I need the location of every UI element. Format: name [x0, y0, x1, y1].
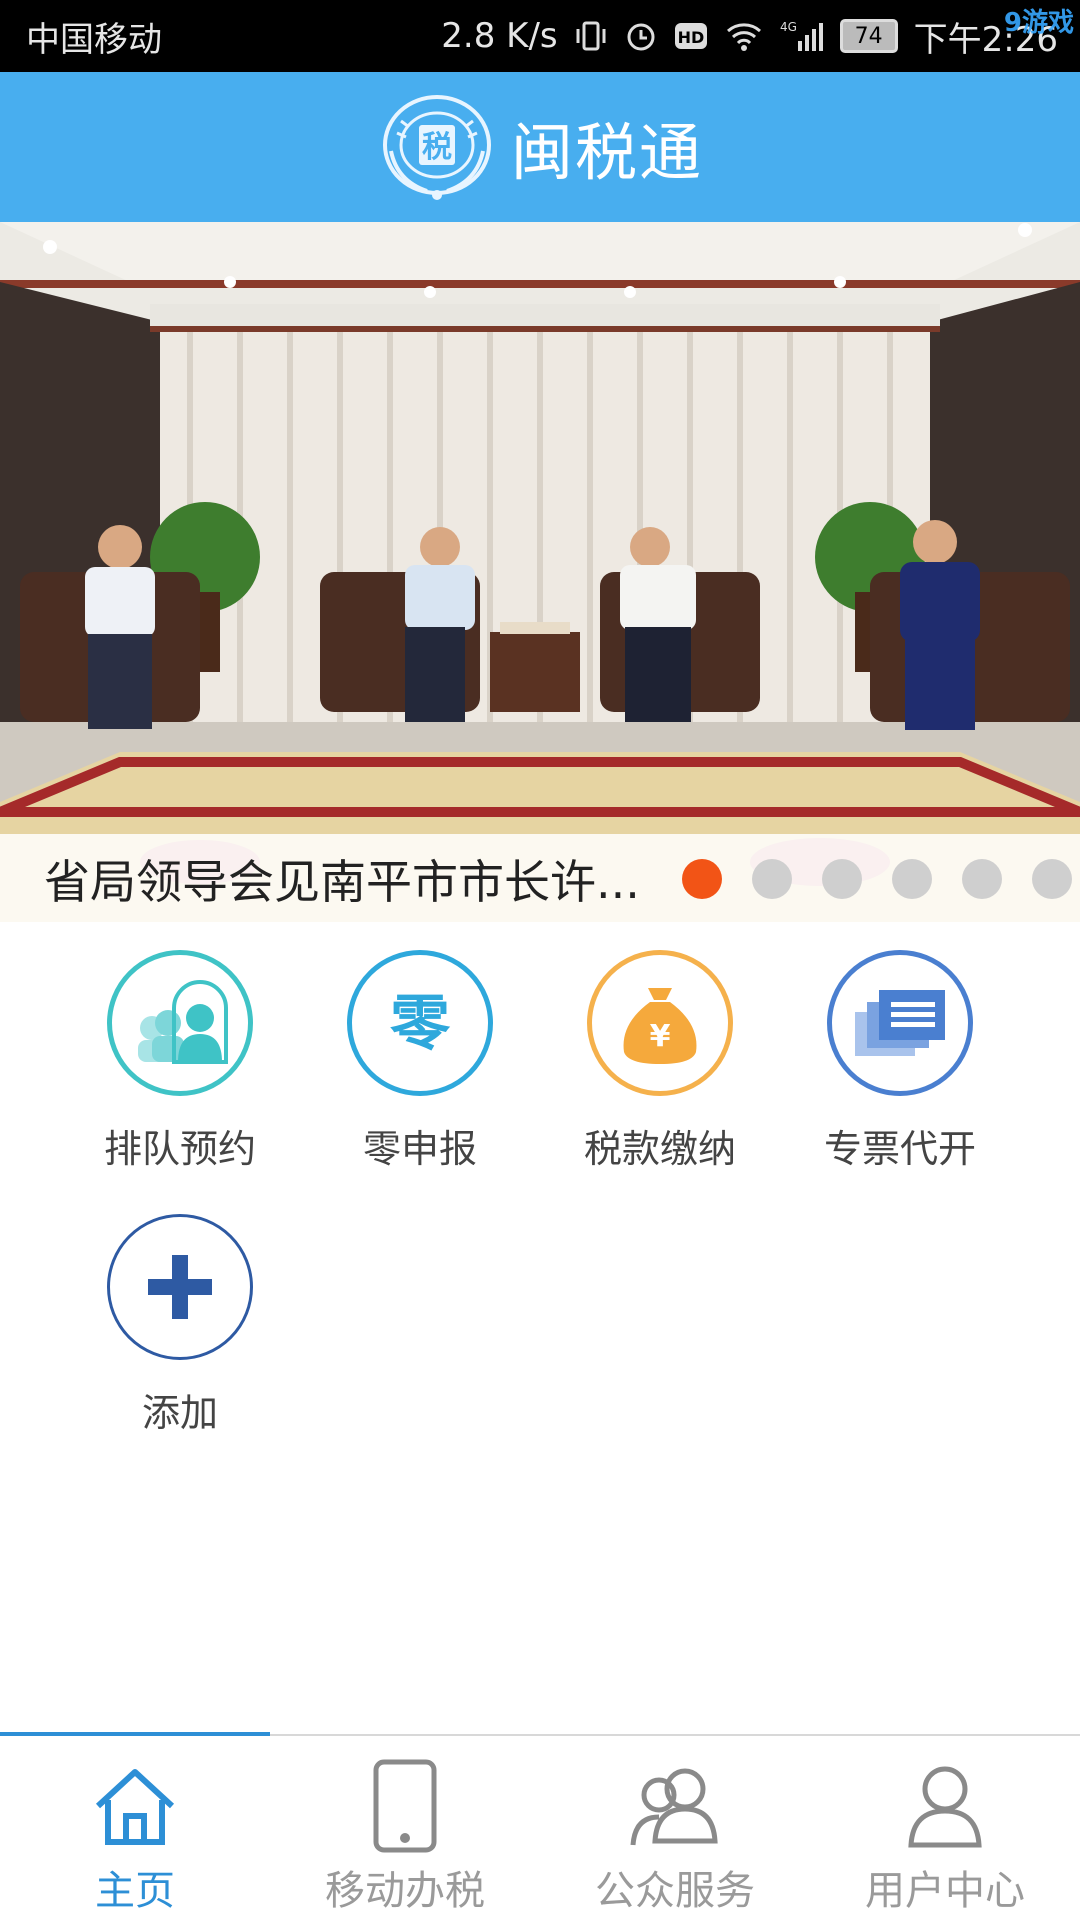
- network-speed: 2.8 K/s: [441, 16, 558, 56]
- nav-label: 移动办税: [325, 1868, 485, 1914]
- service-add[interactable]: 添加: [60, 1214, 300, 1437]
- vibrate-icon: [574, 19, 608, 53]
- service-special-invoice[interactable]: 专票代开: [780, 950, 1020, 1173]
- service-label: 税款缴纳: [583, 1127, 736, 1171]
- carousel-indicators: [682, 859, 1072, 899]
- service-label: 添加: [141, 1391, 218, 1435]
- signal-icon: 4G: [780, 19, 824, 53]
- bottom-nav: 主页 移动办税 公众服务 用户中心: [0, 1732, 1080, 1922]
- home-icon[interactable]: [90, 1756, 180, 1856]
- service-queue-reservation[interactable]: 排队预约: [60, 950, 300, 1173]
- carrier-label: 中国移动: [26, 19, 162, 60]
- wifi-icon: [724, 19, 764, 53]
- tax-emblem-icon: 税: [382, 95, 491, 200]
- service-zero-declaration[interactable]: 零 零申报: [300, 950, 540, 1173]
- user-icon[interactable]: [905, 1756, 985, 1856]
- carousel-dot-5[interactable]: [962, 859, 1002, 899]
- nav-mobile-tax[interactable]: 移动办税: [270, 1736, 540, 1922]
- users-icon[interactable]: [625, 1756, 725, 1856]
- service-tax-payment[interactable]: ¥ 税款缴纳: [540, 950, 780, 1173]
- carousel-dot-3[interactable]: [822, 859, 862, 899]
- carousel-caption-bar: 省局领导会见南平市市长许...: [0, 834, 1080, 922]
- news-carousel[interactable]: 省局领导会见南平市市长许...: [0, 222, 1080, 922]
- alarm-icon: [624, 19, 658, 53]
- nav-label: 主页: [95, 1868, 175, 1914]
- nav-user-center[interactable]: 用户中心: [810, 1736, 1080, 1922]
- nav-label: 用户中心: [865, 1868, 1025, 1914]
- status-indicators: 2.8 K/s HD 4G 74 下午2:26: [441, 12, 1058, 61]
- banner-photo[interactable]: [0, 222, 1080, 922]
- queue-reservation-icon[interactable]: [107, 950, 253, 1096]
- carousel-caption[interactable]: 省局领导会见南平市市长许...: [44, 846, 664, 912]
- plus-icon[interactable]: [107, 1214, 253, 1360]
- hd-icon: HD: [674, 21, 708, 51]
- svg-text:4G: 4G: [780, 20, 797, 34]
- service-label: 排队预约: [103, 1127, 256, 1171]
- service-label: 零申报: [362, 1127, 477, 1171]
- watermark-logo: 9游戏: [1003, 8, 1074, 38]
- nav-public-service[interactable]: 公众服务: [540, 1736, 810, 1922]
- carousel-dot-6[interactable]: [1032, 859, 1072, 899]
- zero-declaration-icon[interactable]: 零: [347, 950, 493, 1096]
- svg-text:零: 零: [390, 989, 451, 1059]
- battery-icon: 74: [839, 19, 898, 53]
- carousel-dot-4[interactable]: [892, 859, 932, 899]
- nav-home[interactable]: 主页: [0, 1732, 270, 1922]
- app-title: 闽税通: [510, 116, 703, 189]
- carousel-dot-2[interactable]: [752, 859, 792, 899]
- svg-text:¥: ¥: [650, 1019, 671, 1054]
- status-bar: 中国移动 2.8 K/s HD 4G 74 下午2:26 9游戏: [0, 0, 1080, 72]
- service-label: 专票代开: [823, 1127, 976, 1171]
- invoice-icon[interactable]: [827, 950, 973, 1096]
- svg-text:税: 税: [422, 130, 452, 165]
- nav-label: 公众服务: [595, 1868, 755, 1914]
- tax-payment-bag-icon[interactable]: ¥: [587, 950, 733, 1096]
- app-header: 税 闽税通: [0, 72, 1080, 222]
- svg-text:HD: HD: [677, 28, 704, 47]
- carousel-dot-1[interactable]: [682, 859, 722, 899]
- phone-icon[interactable]: [370, 1756, 440, 1856]
